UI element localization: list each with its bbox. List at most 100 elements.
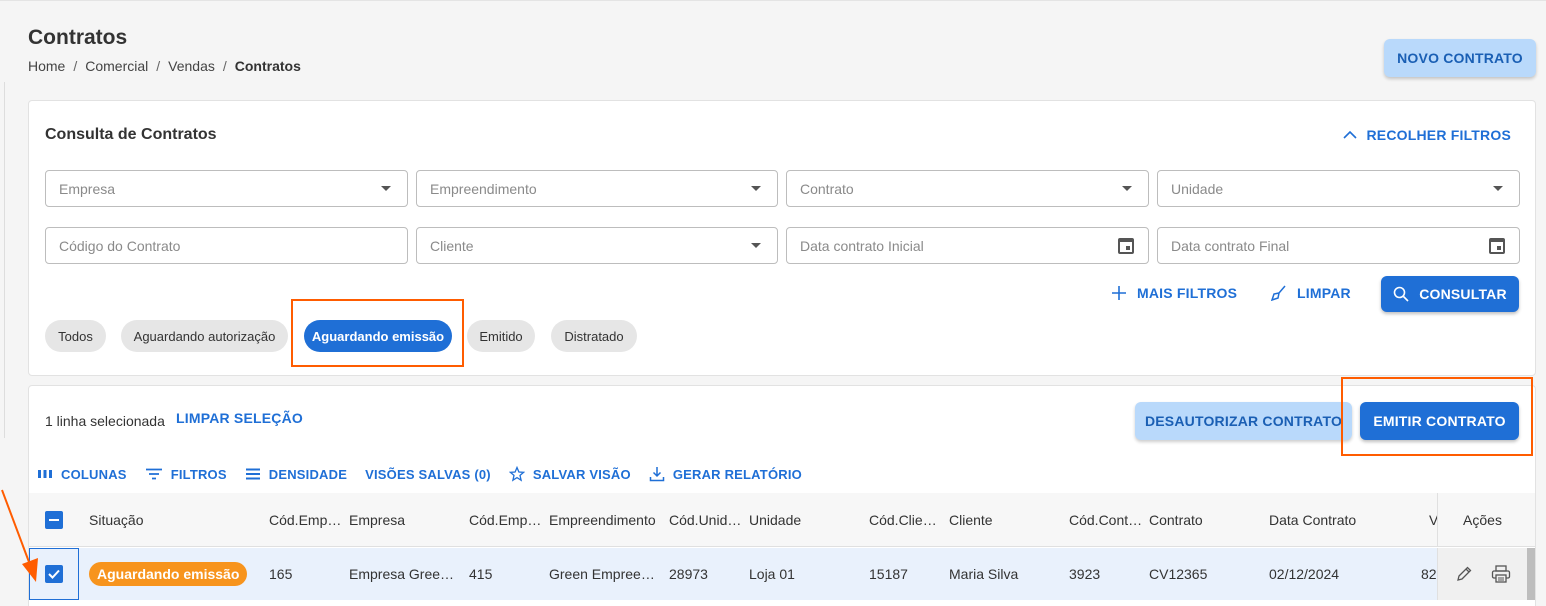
vertical-scrollbar[interactable] — [1527, 548, 1535, 600]
top-border — [0, 0, 1546, 1]
data-final-input[interactable]: Data contrato Final — [1157, 227, 1520, 264]
col-cod-contrato[interactable]: Cód.Cont… — [1069, 493, 1141, 546]
breadcrumb: Home / Comercial / Vendas / Contratos — [28, 58, 301, 74]
columns-icon — [38, 470, 52, 478]
cell-empreendimento: Green Empree… — [549, 566, 655, 582]
breadcrumb-vendas[interactable]: Vendas — [168, 58, 215, 74]
highlight-box-chip — [291, 299, 464, 367]
cell-cod-empresa: 165 — [269, 566, 293, 582]
unidade-select[interactable]: Unidade — [1157, 170, 1520, 207]
highlight-box-emitir — [1341, 377, 1533, 456]
cell-contrato: CV12365 — [1149, 566, 1208, 582]
table-row[interactable]: Aguardando emissão 165 Empresa Gree… 415… — [29, 548, 1535, 600]
salvar-visao-button[interactable]: SALVAR VISÃO — [508, 466, 631, 482]
row-checkbox[interactable] — [45, 548, 63, 600]
data-inicial-input[interactable]: Data contrato Inicial — [786, 227, 1149, 264]
col-cliente[interactable]: Cliente — [949, 493, 1059, 546]
page-title: Contratos — [28, 26, 128, 49]
limpar-selecao-link[interactable]: LIMPAR SELEÇÃO — [176, 410, 303, 426]
codigo-contrato-input[interactable]: Código do Contrato — [45, 227, 408, 264]
recolher-filtros-label: RECOLHER FILTROS — [1366, 127, 1511, 143]
cell-cod-contrato: 3923 — [1069, 566, 1101, 582]
limpar-label: LIMPAR — [1297, 285, 1351, 301]
novo-contrato-button[interactable]: NOVO CONTRATO — [1384, 39, 1536, 77]
cell-situacao: Aguardando emissão — [89, 548, 259, 600]
chip-distratado[interactable]: Distratado — [551, 320, 637, 352]
breadcrumb-home[interactable]: Home — [28, 58, 65, 74]
table-header: Situação Cód.Emp… Empresa Cód.Emp… Empre… — [29, 493, 1535, 547]
indeterminate-icon — [49, 518, 59, 521]
col-acoes: Ações — [1437, 493, 1527, 546]
left-border — [4, 82, 5, 438]
filtros-label: FILTROS — [170, 466, 227, 482]
empresa-select[interactable]: Empresa — [45, 170, 408, 207]
chip-todos[interactable]: Todos — [45, 320, 106, 352]
cell-cliente: Maria Silva — [949, 566, 1019, 582]
caret-down-icon — [751, 243, 761, 248]
visoes-salvas-label: VISÕES SALVAS (0) — [365, 466, 491, 482]
selection-count: 1 linha selecionada — [45, 413, 165, 429]
col-empreendimento[interactable]: Empreendimento — [549, 493, 661, 546]
calendar-icon[interactable] — [1489, 237, 1505, 254]
col-cod-unidade[interactable]: Cód.Unid… — [669, 493, 741, 546]
density-icon — [245, 468, 260, 480]
cell-data-contrato: 02/12/2024 — [1269, 566, 1340, 582]
desautorizar-contrato-button[interactable]: DESAUTORIZAR CONTRATO — [1135, 402, 1352, 440]
empreendimento-select[interactable]: Empreendimento — [416, 170, 778, 207]
broom-icon — [1271, 285, 1286, 301]
gerar-relatorio-label: GERAR RELATÓRIO — [672, 466, 802, 482]
visoes-salvas-button[interactable]: VISÕES SALVAS (0) — [365, 466, 491, 482]
limpar-button[interactable]: LIMPAR — [1271, 277, 1351, 309]
cell-cod-cliente: 15187 — [869, 566, 908, 582]
grid-card: 1 linha selecionada LIMPAR SELEÇÃO DESAU… — [28, 385, 1536, 606]
densidade-button[interactable]: DENSIDADE — [245, 466, 347, 482]
grid-toolbar: COLUNAS FILTROS DENSIDADE VISÕES SALVAS … — [37, 466, 802, 482]
cell-unidade: Loja 01 — [749, 566, 795, 582]
col-contrato[interactable]: Contrato — [1149, 493, 1259, 546]
cliente-select[interactable]: Cliente — [416, 227, 778, 264]
mais-filtros-button[interactable]: MAIS FILTROS — [1111, 277, 1237, 309]
row-actions — [1437, 548, 1527, 600]
col-unidade[interactable]: Unidade — [749, 493, 859, 546]
print-icon[interactable] — [1491, 565, 1511, 583]
gerar-relatorio-button[interactable]: GERAR RELATÓRIO — [649, 466, 802, 482]
filtros-button[interactable]: FILTROS — [145, 466, 227, 482]
data-final-placeholder: Data contrato Final — [1171, 237, 1290, 254]
plus-icon — [1112, 286, 1126, 300]
breadcrumb-comercial[interactable]: Comercial — [85, 58, 148, 74]
col-cod-cliente[interactable]: Cód.Clie… — [869, 493, 941, 546]
col-empresa[interactable]: Empresa — [349, 493, 459, 546]
download-icon — [649, 467, 665, 482]
codigo-contrato-placeholder: Código do Contrato — [59, 237, 181, 254]
cell-empresa: Empresa Gree… — [349, 566, 455, 582]
recolher-filtros-button[interactable]: RECOLHER FILTROS — [1342, 123, 1512, 147]
search-icon — [1393, 286, 1409, 302]
col-cod-empresa[interactable]: Cód.Emp… — [269, 493, 341, 546]
consultar-button[interactable]: CONSULTAR — [1381, 276, 1519, 312]
densidade-label: DENSIDADE — [268, 466, 348, 482]
cell-cod-empreendimento: 415 — [469, 566, 493, 582]
col-acoes-label: Ações — [1463, 511, 1502, 528]
mais-filtros-label: MAIS FILTROS — [1137, 285, 1238, 301]
data-inicial-placeholder: Data contrato Inicial — [800, 237, 924, 254]
chip-aguardando-autorizacao[interactable]: Aguardando autorização — [121, 320, 288, 352]
chip-emitido[interactable]: Emitido — [467, 320, 535, 352]
empreendimento-placeholder: Empreendimento — [430, 180, 537, 197]
empresa-placeholder: Empresa — [59, 180, 116, 197]
contrato-select[interactable]: Contrato — [786, 170, 1149, 207]
edit-pencil-icon[interactable] — [1455, 565, 1473, 583]
select-all-checkbox[interactable] — [45, 493, 63, 546]
consultar-label: CONSULTAR — [1419, 286, 1507, 302]
cliente-placeholder: Cliente — [430, 237, 474, 254]
breadcrumb-current: Contratos — [234, 58, 301, 74]
unidade-placeholder: Unidade — [1171, 180, 1224, 197]
calendar-icon[interactable] — [1118, 237, 1134, 254]
star-icon — [508, 466, 525, 482]
colunas-button[interactable]: COLUNAS — [37, 466, 127, 482]
caret-down-icon — [381, 186, 391, 191]
chevron-up-icon — [1342, 130, 1357, 139]
col-data-contrato[interactable]: Data Contrato — [1269, 493, 1419, 546]
col-cod-empreendimento[interactable]: Cód.Emp… — [469, 493, 541, 546]
col-situacao[interactable]: Situação — [89, 493, 259, 546]
salvar-visao-label: SALVAR VISÃO — [532, 466, 631, 482]
